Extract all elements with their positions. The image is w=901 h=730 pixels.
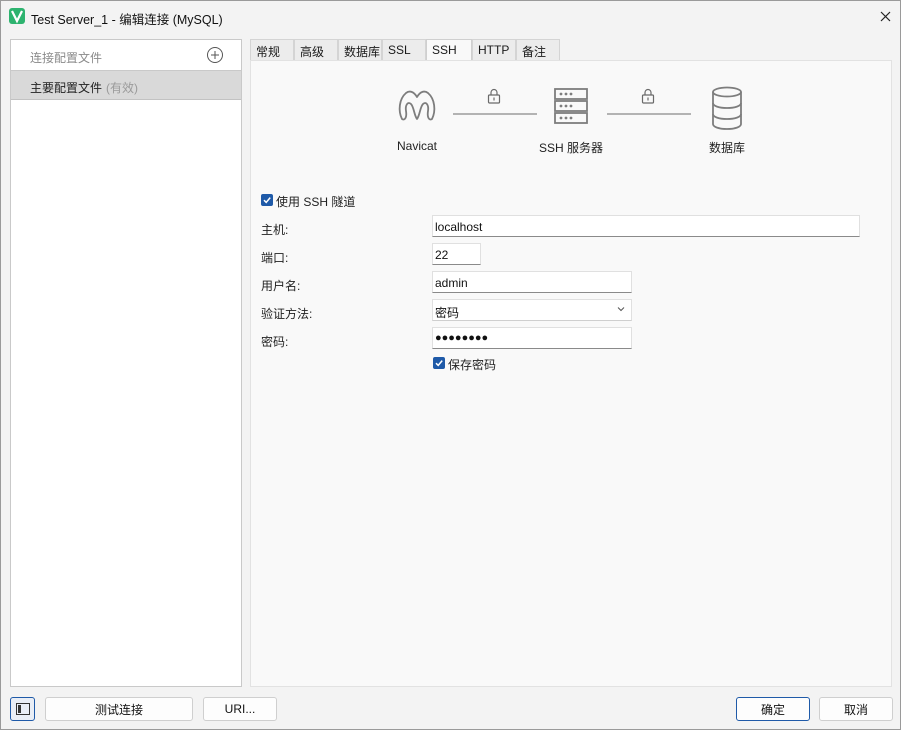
checkmark-icon [435,360,443,367]
ok-button[interactable]: 确定 [736,697,810,721]
profile-label: 主要配置文件 [30,81,103,95]
lock-icon [487,88,501,104]
tab-bar: 常规 高级 数据库 SSL SSH HTTP 备注 [250,39,892,61]
auth-method-label: 验证方法: [261,307,313,321]
title-bar: Test Server_1 - 编辑连接 (MySQL) [1,1,900,31]
server-icon [554,88,588,124]
client-label: Navicat [396,139,437,153]
tab-http[interactable]: HTTP [472,39,516,60]
password-input[interactable]: ●●●●●●●● [432,327,632,349]
window-title: Test Server_1 - 编辑连接 (MySQL) [31,13,223,27]
tab-notes[interactable]: 备注 [516,39,560,60]
auth-method-select[interactable]: 密码 [432,299,632,321]
save-password-checkbox[interactable] [433,357,445,369]
connection-line [453,113,537,115]
dialog-window: Test Server_1 - 编辑连接 (MySQL) 连接配置文件 主要配置… [0,0,901,730]
use-ssh-tunnel-checkbox[interactable] [261,194,273,206]
uri-button[interactable]: URI... [203,697,277,721]
auth-method-value: 密码 [435,306,460,320]
checkmark-icon [263,197,271,204]
navicat-logo-icon [9,8,25,24]
sidebar-toggle-button[interactable] [10,697,35,721]
sidebar-header: 连接配置文件 [11,40,241,71]
lock-icon [641,88,655,104]
tab-ssh[interactable]: SSH [426,39,472,61]
host-input[interactable]: localhost [432,215,860,237]
password-label: 密码: [261,335,289,349]
profile-item-main[interactable]: 主要配置文件 (有效) [11,71,241,100]
use-ssh-tunnel-label: 使用 SSH 隧道 [276,195,356,209]
tab-general[interactable]: 常规 [250,39,294,60]
save-password-label: 保存密码 [448,358,497,372]
tab-database[interactable]: 数据库 [338,39,382,60]
database-icon [712,86,742,130]
cancel-button[interactable]: 取消 [819,697,893,721]
chevron-down-icon [617,307,625,312]
profile-sidebar: 连接配置文件 主要配置文件 (有效) [10,39,242,687]
port-label: 端口: [261,251,289,265]
close-button[interactable] [873,5,897,27]
host-label: 主机: [261,223,289,237]
database-label: 数据库 [708,141,745,155]
close-icon [880,11,890,21]
port-input[interactable]: 22 [432,243,481,265]
connection-line [607,113,691,115]
plus-circle-icon[interactable] [206,46,224,64]
sidebar-header-label: 连接配置文件 [30,51,103,65]
tab-advanced[interactable]: 高级 [294,39,338,60]
profile-status: (有效) [106,81,139,95]
navicat-client-icon [398,90,436,121]
username-input[interactable]: admin [432,271,632,293]
tab-ssl[interactable]: SSL [382,39,426,60]
sidebar-toggle-icon [15,703,30,715]
username-label: 用户名: [261,279,301,293]
test-connection-button[interactable]: 测试连接 [45,697,193,721]
server-label: SSH 服务器 [538,141,603,155]
ssh-panel: Navicat SSH 服务器 数据库 使用 SSH 隧道 主机: localh… [250,60,892,687]
